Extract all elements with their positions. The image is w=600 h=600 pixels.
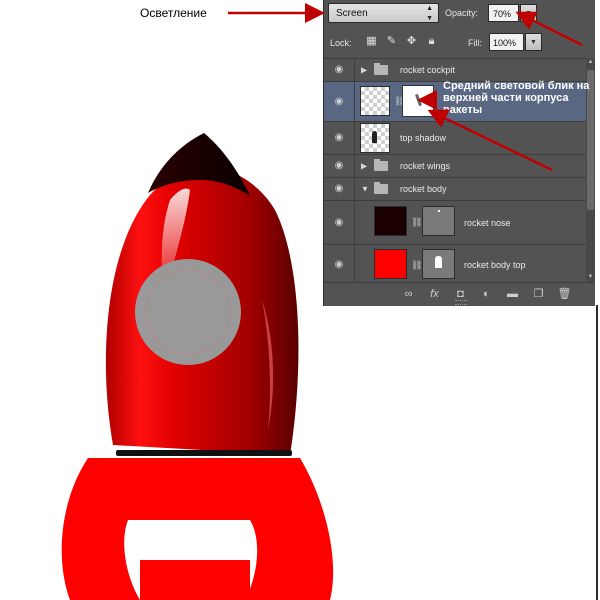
window-edge (596, 305, 598, 600)
panel-resize-grip[interactable] (455, 300, 467, 305)
lock-image-pixels-icon[interactable]: ✎ (384, 34, 399, 49)
eye-icon[interactable]: ◉ (331, 259, 347, 270)
layer-group-rocket-cockpit[interactable]: ◉ ▶ rocket cockpit (324, 58, 586, 81)
eye-icon[interactable]: ◉ (331, 161, 347, 171)
rocket-body-band (116, 450, 292, 456)
layer-rocket-nose[interactable]: ◉ ⛓ rocket nose (324, 200, 586, 244)
lock-label: Lock: (330, 38, 352, 48)
rocket-exhaust (140, 560, 250, 600)
layers-panel: Screen ▲ ▼ Opacity: 70% ▼ Lock: ▦ ✎ ✥ 🔒︎ … (323, 0, 595, 306)
chain-link-icon[interactable]: ⛓ (411, 217, 422, 228)
layer-thumbnail (360, 86, 390, 116)
layer-group-rocket-body[interactable]: ◉ ▼ rocket body (324, 177, 586, 200)
expand-triangle-icon[interactable]: ▶ (361, 66, 367, 75)
folder-icon (374, 63, 388, 75)
layer-thumbnail (360, 123, 390, 153)
expand-triangle-icon[interactable]: ▶ (361, 162, 367, 171)
new-layer-icon[interactable]: ❐ (530, 286, 547, 303)
eye-icon[interactable]: ◉ (331, 133, 347, 143)
fill-dropdown-icon[interactable]: ▼ (525, 33, 542, 51)
layer-thumbnail (374, 249, 407, 279)
collapse-triangle-icon[interactable]: ▼ (361, 185, 369, 194)
opacity-dropdown-icon[interactable]: ▼ (520, 4, 537, 22)
lock-all-icon[interactable]: 🔒︎ (424, 34, 439, 49)
layer-name: rocket body top (464, 259, 526, 270)
layer-top-shadow[interactable]: ◉ top shadow (324, 121, 586, 154)
layer-name: rocket body (400, 184, 447, 194)
lock-position-icon[interactable]: ✥ (404, 34, 419, 49)
layer-rocket-body-top[interactable]: ◉ ⛓ rocket body top (324, 244, 586, 284)
fill-label: Fill: (468, 38, 482, 48)
layer-mask-thumbnail[interactable] (422, 249, 455, 279)
link-layers-icon[interactable]: ∞ (400, 286, 417, 303)
rocket-window (135, 259, 241, 365)
new-group-icon[interactable]: ▬ (504, 286, 521, 303)
chain-link-icon[interactable]: ⛓ (411, 260, 422, 271)
lock-transparent-pixels-icon[interactable]: ▦ (364, 34, 379, 49)
layer-name: rocket wings (400, 161, 451, 171)
layer-mask-thumbnail[interactable] (402, 85, 434, 117)
eye-icon[interactable]: ◉ (331, 65, 347, 75)
opacity-label: Opacity: (445, 8, 479, 18)
layers-panel-options: Screen ▲ ▼ Opacity: 70% ▼ Lock: ▦ ✎ ✥ 🔒︎ … (324, 0, 595, 58)
opacity-input[interactable]: 70% (488, 4, 519, 22)
adjustment-layer-icon[interactable]: ◐ (478, 286, 495, 303)
up-down-arrows-icon: ▲ ▼ (426, 5, 433, 22)
folder-icon (374, 182, 388, 194)
eye-icon[interactable]: ◉ (331, 184, 347, 194)
folder-icon (374, 159, 388, 171)
lock-options: ▦ ✎ ✥ 🔒︎ (364, 34, 439, 50)
layer-name: rocket nose (464, 217, 511, 228)
blend-mode-value: Screen (336, 8, 368, 19)
layer-mask-thumbnail[interactable] (422, 206, 455, 236)
trash-icon[interactable]: 🗑︎ (556, 286, 573, 303)
scroll-up-icon[interactable]: ▲ (586, 58, 595, 67)
eye-icon[interactable]: ◉ (331, 96, 347, 107)
layer-group-rocket-wings[interactable]: ◉ ▶ rocket wings (324, 154, 586, 177)
scroll-down-icon[interactable]: ▼ (586, 273, 595, 282)
fill-input[interactable]: 100% (489, 33, 524, 51)
layer-name: top shadow (400, 133, 447, 143)
layer-thumbnail (374, 206, 407, 236)
highlight-callout: Средний световой блик на верхней части к… (443, 80, 590, 116)
layer-name: rocket cockpit (400, 65, 456, 75)
blend-mode-select[interactable]: Screen ▲ ▼ (328, 3, 439, 23)
eye-icon[interactable]: ◉ (331, 217, 347, 228)
fx-icon[interactable]: fx (426, 286, 443, 303)
